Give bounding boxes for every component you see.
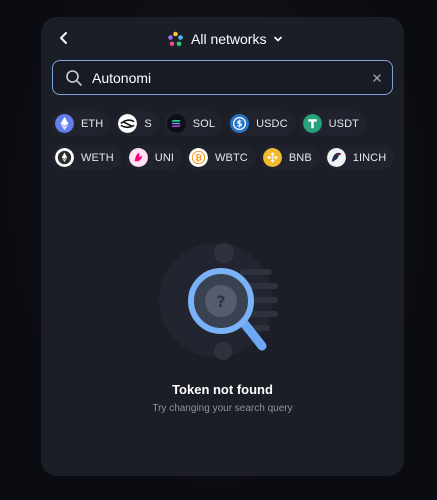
all-networks-icon	[168, 31, 183, 46]
token-symbol: WETH	[81, 151, 114, 164]
token-symbol: USDT	[328, 117, 359, 130]
token-chip-bnb[interactable]: BNB	[259, 145, 320, 170]
1inch-icon	[326, 148, 346, 167]
empty-state-title: Token not found	[172, 382, 273, 397]
panel-header: All networks	[41, 17, 404, 61]
token-symbol: UNI	[154, 151, 175, 164]
weth-icon	[55, 148, 74, 167]
not-found-illustration: ?	[156, 239, 281, 364]
uniswap-icon	[128, 148, 148, 167]
token-chip-sol[interactable]: SOL	[163, 111, 224, 136]
search-box	[52, 60, 393, 95]
chevron-left-icon	[60, 32, 67, 44]
token-chip-weth[interactable]: WETH	[52, 145, 122, 170]
solana-icon	[166, 114, 186, 133]
token-symbol: ETH	[81, 117, 104, 130]
token-symbol: S	[144, 117, 152, 130]
network-label: All networks	[191, 31, 267, 47]
token-chip-usdc[interactable]: $ USDC	[227, 111, 296, 136]
close-icon[interactable]	[371, 72, 383, 84]
empty-state-subtitle: Try changing your search query	[152, 403, 293, 414]
token-select-panel: All networks E	[41, 17, 404, 476]
network-selector[interactable]: All networks	[167, 28, 283, 50]
magnifier-question-icon: ?	[159, 243, 278, 360]
token-chip-1inch[interactable]: 1INCH	[323, 145, 395, 170]
app-stage: All networks E	[0, 0, 437, 500]
popular-tokens-row: ETH S SOL $ USDC USDT	[52, 111, 367, 136]
ethereum-icon	[55, 114, 74, 133]
tether-icon	[302, 114, 322, 133]
token-symbol: 1INCH	[352, 151, 387, 164]
wbtc-icon: ₿	[189, 148, 209, 167]
token-symbol: USDC	[256, 117, 288, 130]
token-chip-eth[interactable]: ETH	[52, 111, 112, 136]
back-button[interactable]	[53, 27, 75, 49]
token-chip-wbtc[interactable]: ₿ WBTC	[186, 145, 256, 170]
token-chip-s[interactable]: S	[115, 111, 160, 136]
token-symbol: BNB	[288, 151, 312, 164]
usdc-icon: $	[230, 114, 250, 133]
token-symbol: WBTC	[215, 151, 248, 164]
chevron-down-icon	[274, 36, 283, 42]
search-input[interactable]	[92, 61, 362, 94]
svg-text:?: ?	[216, 292, 225, 311]
svg-text:₿: ₿	[195, 153, 202, 164]
svg-text:$: $	[237, 120, 243, 130]
search-icon	[66, 70, 82, 86]
token-chip-usdt[interactable]: USDT	[299, 111, 367, 136]
token-symbol: SOL	[192, 117, 216, 130]
token-chip-uni[interactable]: UNI	[125, 145, 183, 170]
popular-tokens-row-2: WETH UNI ₿ WBTC BNB 1INCH	[52, 145, 395, 170]
sonic-icon	[118, 114, 138, 133]
bnb-icon	[262, 148, 282, 167]
